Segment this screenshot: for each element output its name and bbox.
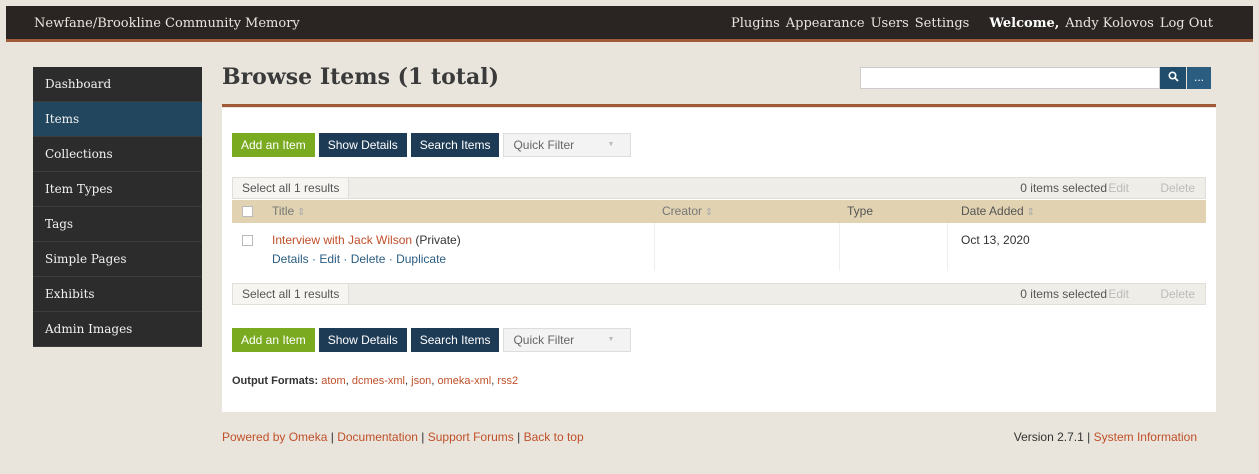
select-all-button[interactable]: Select all 1 results bbox=[233, 284, 350, 304]
results-bar-bottom: Select all 1 results 0 items selected Ed… bbox=[232, 283, 1206, 305]
output-formats-label: Output Formats: bbox=[232, 375, 319, 387]
welcome-label: Welcome, bbox=[989, 16, 1060, 31]
nav-appearance-link[interactable]: Appearance bbox=[786, 16, 865, 31]
top-button-row: Add an Item Show Details Search Items Qu… bbox=[232, 133, 632, 157]
search-input[interactable] bbox=[860, 67, 1160, 89]
results-bar-top: Select all 1 results 0 items selected Ed… bbox=[232, 177, 1206, 199]
format-rss2-link[interactable]: rss2 bbox=[497, 375, 518, 387]
search-icon bbox=[1167, 71, 1179, 85]
search-items-button[interactable]: Search Items bbox=[410, 133, 500, 157]
footer-separator: | bbox=[421, 430, 425, 444]
add-item-button[interactable]: Add an Item bbox=[232, 328, 315, 352]
footer-separator: | bbox=[517, 430, 521, 444]
column-divider bbox=[947, 223, 948, 271]
batch-delete-button[interactable]: Delete bbox=[1160, 284, 1195, 304]
column-creator-header[interactable]: Creator bbox=[662, 200, 713, 224]
version-text: Version 2.7.1 bbox=[1013, 430, 1084, 444]
item-date-added: Oct 13, 2020 bbox=[961, 233, 1030, 247]
nav-plugins-link[interactable]: Plugins bbox=[731, 16, 780, 31]
column-type-header: Type bbox=[847, 204, 874, 218]
nav-settings-link[interactable]: Settings bbox=[915, 16, 970, 31]
main-panel: Add an Item Show Details Search Items Qu… bbox=[222, 108, 1216, 412]
batch-delete-button[interactable]: Delete bbox=[1160, 178, 1195, 198]
bottom-button-row: Add an Item Show Details Search Items Qu… bbox=[232, 328, 632, 352]
select-all-checkbox[interactable] bbox=[242, 206, 253, 217]
top-bar: Newfane/Brookline Community Memory Plugi… bbox=[6, 6, 1253, 42]
system-information-link[interactable]: System Information bbox=[1094, 430, 1197, 444]
item-title: Interview with Jack Wilson (Private) bbox=[272, 233, 461, 247]
add-item-button[interactable]: Add an Item bbox=[232, 133, 315, 157]
sidebar-item-item-types[interactable]: Item Types bbox=[33, 172, 202, 207]
search-items-button[interactable]: Search Items bbox=[410, 328, 500, 352]
footer-version: Version 2.7.1 | System Information bbox=[1014, 430, 1197, 444]
column-date-added-header[interactable]: Date Added bbox=[961, 200, 1035, 224]
edit-link[interactable]: Edit bbox=[319, 252, 340, 266]
format-json-link[interactable]: json bbox=[411, 375, 431, 387]
output-formats: Output Formats: atom, dcmes-xml, json, o… bbox=[232, 375, 519, 387]
sidebar-nav: Dashboard Items Collections Item Types T… bbox=[33, 67, 202, 347]
item-actions: Details · Edit · Delete · Duplicate bbox=[272, 252, 447, 266]
footer-separator: | bbox=[1087, 430, 1091, 444]
user-name-link[interactable]: Andy Kolovos bbox=[1065, 16, 1154, 31]
logout-link[interactable]: Log Out bbox=[1160, 16, 1213, 31]
quick-filter-dropdown[interactable]: Quick Filter bbox=[503, 328, 632, 352]
documentation-link[interactable]: Documentation bbox=[337, 430, 418, 444]
nav-users-link[interactable]: Users bbox=[871, 16, 909, 31]
back-to-top-link[interactable]: Back to top bbox=[524, 430, 584, 444]
column-title-header[interactable]: Title bbox=[272, 200, 305, 224]
column-divider bbox=[839, 223, 840, 271]
footer-separator: | bbox=[330, 430, 334, 444]
sidebar-item-admin-images[interactable]: Admin Images bbox=[33, 312, 202, 347]
show-details-button[interactable]: Show Details bbox=[318, 328, 407, 352]
show-details-button[interactable]: Show Details bbox=[318, 133, 407, 157]
item-visibility: (Private) bbox=[415, 233, 461, 247]
batch-edit-button[interactable]: Edit bbox=[1108, 178, 1129, 198]
table-header: Title Creator Type Date Added bbox=[232, 200, 1206, 223]
search-button[interactable] bbox=[1160, 67, 1186, 89]
format-atom-link[interactable]: atom bbox=[321, 375, 345, 387]
format-dcmes-xml-link[interactable]: dcmes-xml bbox=[352, 375, 405, 387]
table-row: Interview with Jack Wilson (Private) Det… bbox=[232, 223, 1206, 271]
sidebar-item-exhibits[interactable]: Exhibits bbox=[33, 277, 202, 312]
sidebar-item-tags[interactable]: Tags bbox=[33, 207, 202, 242]
page-title: Browse Items (1 total) bbox=[222, 64, 500, 90]
duplicate-link[interactable]: Duplicate bbox=[396, 252, 446, 266]
sidebar-item-items[interactable]: Items bbox=[33, 102, 202, 137]
selected-count: 0 items selected bbox=[1020, 287, 1107, 301]
sidebar-item-dashboard[interactable]: Dashboard bbox=[33, 67, 202, 102]
row-checkbox[interactable] bbox=[242, 235, 253, 246]
footer-links: Powered by Omeka | Documentation | Suppo… bbox=[222, 430, 584, 444]
powered-by-omeka-link[interactable]: Powered by Omeka bbox=[222, 430, 327, 444]
format-omeka-xml-link[interactable]: omeka-xml bbox=[437, 375, 491, 387]
batch-edit-button[interactable]: Edit bbox=[1108, 284, 1129, 304]
sidebar-item-collections[interactable]: Collections bbox=[33, 137, 202, 172]
select-all-button[interactable]: Select all 1 results bbox=[233, 178, 350, 198]
quick-filter-dropdown[interactable]: Quick Filter bbox=[503, 133, 632, 157]
selected-count: 0 items selected bbox=[1020, 181, 1107, 195]
item-title-link[interactable]: Interview with Jack Wilson bbox=[272, 233, 412, 247]
sidebar-item-simple-pages[interactable]: Simple Pages bbox=[33, 242, 202, 277]
support-forums-link[interactable]: Support Forums bbox=[428, 430, 514, 444]
advanced-search-button[interactable]: ... bbox=[1187, 67, 1211, 89]
details-link[interactable]: Details bbox=[272, 252, 309, 266]
site-title-link[interactable]: Newfane/Brookline Community Memory bbox=[34, 16, 300, 31]
title-divider bbox=[222, 104, 1216, 107]
delete-link[interactable]: Delete bbox=[351, 252, 386, 266]
column-divider bbox=[654, 223, 655, 271]
top-nav: Plugins Appearance Users Settings Welcom… bbox=[731, 16, 1213, 31]
